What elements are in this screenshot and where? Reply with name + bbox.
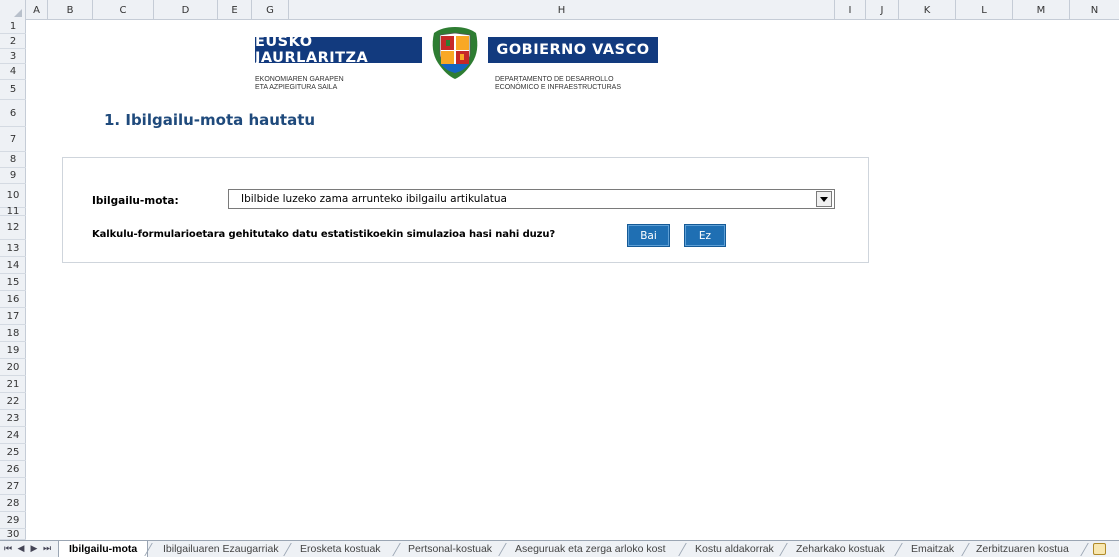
sheet-tab-aseguruak[interactable]: Aseguruak eta zerga arloko kost bbox=[505, 541, 676, 557]
chevron-down-icon bbox=[820, 196, 828, 202]
column-header-d[interactable]: D bbox=[154, 0, 218, 20]
row-header[interactable]: 9 bbox=[0, 168, 26, 184]
row-header[interactable]: 3 bbox=[0, 49, 26, 64]
row-header[interactable]: 15 bbox=[0, 274, 26, 291]
form-panel bbox=[62, 157, 869, 263]
page-title: 1. Ibilgailu-mota hautatu bbox=[104, 111, 316, 129]
tab-separator bbox=[1080, 543, 1089, 556]
column-header-e[interactable]: E bbox=[218, 0, 252, 20]
column-header-bar: A B C D E G H I J K L M N bbox=[0, 0, 1119, 20]
vehicle-type-value: Ibilbide luzeko zama arrunteko ibilgailu… bbox=[241, 193, 507, 205]
sheet-tab-pertsonal[interactable]: Pertsonal-kostuak bbox=[398, 541, 502, 557]
yes-button[interactable]: Bai bbox=[627, 224, 670, 247]
row-header[interactable]: 28 bbox=[0, 495, 26, 512]
vehicle-type-select[interactable]: Ibilbide luzeko zama arrunteko ibilgailu… bbox=[228, 189, 835, 209]
select-all-corner[interactable] bbox=[0, 0, 26, 20]
insert-sheet-icon[interactable] bbox=[1093, 543, 1106, 555]
row-header[interactable]: 23 bbox=[0, 410, 26, 427]
column-header-n[interactable]: N bbox=[1070, 0, 1119, 20]
row-header[interactable]: 21 bbox=[0, 376, 26, 393]
row-header[interactable]: 5 bbox=[0, 80, 26, 100]
logo-spanish-department-line1: DEPARTAMENTO DE DESARROLLO bbox=[495, 76, 614, 83]
logo-basque-title: EUSKO JAURLARITZA bbox=[255, 34, 422, 66]
logo-spanish-title: GOBIERNO VASCO bbox=[488, 37, 658, 63]
column-header-i[interactable]: I bbox=[835, 0, 866, 20]
sheet-tab-ezaugarriak[interactable]: Ibilgailuaren Ezaugarriak bbox=[153, 541, 289, 557]
sheet-tab-zerbitzuaren-kostua[interactable]: Zerbitzuaren kostua bbox=[966, 541, 1079, 557]
sheet-tab-erosketa[interactable]: Erosketa kostuak bbox=[290, 541, 391, 557]
row-header[interactable]: 24 bbox=[0, 427, 26, 444]
row-header[interactable]: 8 bbox=[0, 152, 26, 168]
vehicle-type-label: Ibilgailu-mota: bbox=[92, 195, 179, 207]
column-header-l[interactable]: L bbox=[956, 0, 1013, 20]
logo-basque-department: EKONOMIAREN GARAPEN ETA AZPIEGITURA SAIL… bbox=[255, 76, 344, 92]
row-header[interactable]: 27 bbox=[0, 478, 26, 495]
government-logo: EUSKO JAURLARITZA GOBIERNO VASCO EKONOMI… bbox=[255, 21, 658, 101]
row-header[interactable]: 18 bbox=[0, 325, 26, 342]
logo-spanish-department-line2: ECONÓMICO E INFRAESTRUCTURAS bbox=[495, 84, 622, 91]
column-header-a[interactable]: A bbox=[26, 0, 48, 20]
row-header[interactable]: 16 bbox=[0, 291, 26, 308]
row-header[interactable]: 11 bbox=[0, 206, 26, 217]
row-header[interactable]: 12 bbox=[0, 216, 26, 240]
row-header[interactable]: 25 bbox=[0, 444, 26, 461]
row-header[interactable]: 10 bbox=[0, 184, 26, 208]
row-header[interactable]: 29 bbox=[0, 512, 26, 529]
row-header[interactable]: 13 bbox=[0, 240, 26, 257]
sheet-tab-ibilgailu-mota[interactable]: Ibilgailu-mota bbox=[58, 541, 149, 557]
column-header-m[interactable]: M bbox=[1013, 0, 1070, 20]
row-header[interactable]: 20 bbox=[0, 359, 26, 376]
row-header-bar: 1 2 3 4 5 6 7 8 9 10 11 12 13 14 15 16 1… bbox=[0, 20, 26, 540]
row-header[interactable]: 26 bbox=[0, 461, 26, 478]
row-header[interactable]: 1 bbox=[0, 20, 26, 34]
simulation-question: Kalkulu-formularioetara gehitutako datu … bbox=[92, 229, 556, 240]
first-sheet-icon[interactable]: ⏮ bbox=[2, 542, 14, 556]
row-header[interactable]: 17 bbox=[0, 308, 26, 325]
column-header-b[interactable]: B bbox=[48, 0, 93, 20]
row-header[interactable]: 30 bbox=[0, 529, 26, 540]
column-header-h[interactable]: H bbox=[289, 0, 835, 20]
row-header[interactable]: 19 bbox=[0, 342, 26, 359]
row-header[interactable]: 22 bbox=[0, 393, 26, 410]
row-header[interactable]: 14 bbox=[0, 257, 26, 274]
sheet-tab-bar: ⏮ ◀ ▶ ⏭ Ibilgailu-mota Ibilgailuaren Eza… bbox=[0, 540, 1119, 557]
logo-spanish-department: DEPARTAMENTO DE DESARROLLO ECONÓMICO E I… bbox=[495, 76, 621, 92]
sheet-tab-zeharkako[interactable]: Zeharkako kostuak bbox=[786, 541, 895, 557]
row-header[interactable]: 4 bbox=[0, 64, 26, 80]
column-header-g[interactable]: G bbox=[252, 0, 289, 20]
dropdown-button[interactable] bbox=[816, 191, 832, 207]
select-all-icon bbox=[14, 9, 22, 17]
prev-sheet-icon[interactable]: ◀ bbox=[15, 542, 27, 556]
row-header[interactable]: 2 bbox=[0, 34, 26, 49]
coat-of-arms-icon bbox=[432, 27, 478, 79]
row-header[interactable]: 7 bbox=[0, 127, 26, 152]
next-sheet-icon[interactable]: ▶ bbox=[28, 542, 40, 556]
logo-basque-department-line2: ETA AZPIEGITURA SAILA bbox=[255, 84, 338, 91]
sheet-tab-kostu-aldakorrak[interactable]: Kostu aldakorrak bbox=[685, 541, 784, 557]
logo-basque-department-line1: EKONOMIAREN GARAPEN bbox=[255, 76, 344, 83]
row-header[interactable]: 6 bbox=[0, 100, 26, 127]
sheet-tab-emaitzak[interactable]: Emaitzak bbox=[901, 541, 964, 557]
no-button[interactable]: Ez bbox=[684, 224, 726, 247]
column-header-k[interactable]: K bbox=[899, 0, 956, 20]
column-header-c[interactable]: C bbox=[93, 0, 154, 20]
column-header-j[interactable]: J bbox=[866, 0, 899, 20]
last-sheet-icon[interactable]: ⏭ bbox=[41, 542, 53, 556]
